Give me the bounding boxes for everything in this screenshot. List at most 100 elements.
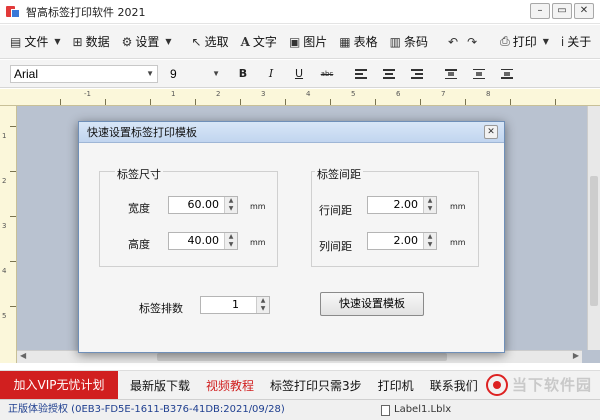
database-icon: ⊞ xyxy=(72,34,83,49)
ruler-number: 1 xyxy=(2,132,7,140)
column-spacing-input[interactable]: 2.00 ▲ ▼ xyxy=(367,232,437,250)
text-tool[interactable]: A 文字 xyxy=(241,33,277,50)
undo-button[interactable]: ↶ xyxy=(448,35,461,49)
watermark-logo-icon xyxy=(485,373,508,396)
underline-button[interactable]: U xyxy=(288,64,310,84)
table-tool-label: 表格 xyxy=(353,35,378,49)
settings-menu[interactable]: ⚙ 设置 ▼ xyxy=(122,33,172,50)
current-file: Label1.Lblx xyxy=(381,400,451,420)
license-status: 正版体验授权 (0EB3-FD5E-1611-B376-41DB:2021/09… xyxy=(8,404,285,415)
watermark: 当下软件园 xyxy=(485,370,592,399)
bold-button[interactable]: B xyxy=(232,64,254,84)
scrollbar-thumb[interactable] xyxy=(590,176,598,306)
ruler-number: 2 xyxy=(2,177,7,185)
select-tool-label: 选取 xyxy=(204,35,229,49)
image-tool[interactable]: ▣ 图片 xyxy=(289,33,327,50)
settings-menu-label: 设置 xyxy=(135,35,160,49)
width-label: 宽度 xyxy=(128,202,150,215)
width-input[interactable]: 60.00 ▲ ▼ xyxy=(168,196,238,214)
redo-button[interactable]: ↷ xyxy=(467,35,480,49)
label-size-group xyxy=(99,171,278,267)
scroll-right-icon[interactable]: ▶ xyxy=(573,351,579,360)
valign-middle-icon xyxy=(473,68,485,79)
horizontal-ruler: -1 1 2 3 4 5 6 7 8 xyxy=(0,89,600,106)
row-spacing-label: 行间距 xyxy=(319,204,352,217)
width-spinner[interactable]: ▲ ▼ xyxy=(224,197,237,213)
latest-download-link[interactable]: 最新版下载 xyxy=(130,377,190,394)
video-tutorial-link[interactable]: 视频教程 xyxy=(206,377,254,394)
about-menu-label: 关于 xyxy=(567,35,592,49)
label-rows-spinner[interactable]: ▲ ▼ xyxy=(256,297,269,313)
font-family-value: Arial xyxy=(14,66,39,81)
vertical-scrollbar[interactable] xyxy=(587,106,600,350)
chevron-down-icon: ▼ xyxy=(54,37,61,46)
unit-label: mm xyxy=(450,238,466,247)
contact-link[interactable]: 联系我们 xyxy=(430,377,478,394)
table-tool[interactable]: ▦ 表格 xyxy=(339,33,377,50)
barcode-tool[interactable]: ▥ 条码 xyxy=(390,33,428,50)
label-spacing-title: 标签间距 xyxy=(315,166,363,182)
italic-button[interactable]: I xyxy=(260,64,282,84)
data-menu[interactable]: ⊞ 数据 xyxy=(73,33,110,50)
font-family-select[interactable]: Arial ▼ xyxy=(10,64,158,83)
barcode-tool-label: 条码 xyxy=(404,35,429,49)
file-menu[interactable]: ▤ 文件 ▼ xyxy=(10,33,61,50)
font-size-select[interactable]: 9 ▼ xyxy=(166,65,224,83)
table-icon: ▦ xyxy=(339,34,351,49)
quick-template-dialog: 快速设置标签打印模板 ✕ 标签尺寸 宽度 60.00 ▲ ▼ mm 高度 40.0… xyxy=(78,121,505,353)
height-spinner[interactable]: ▲ ▼ xyxy=(224,233,237,249)
align-left-icon xyxy=(355,68,367,79)
column-spacing-spinner[interactable]: ▲ ▼ xyxy=(423,233,436,249)
ruler-number: 5 xyxy=(351,90,356,98)
text-icon: A xyxy=(240,34,250,49)
status-bar: 正版体验授权 (0EB3-FD5E-1611-B376-41DB:2021/09… xyxy=(0,399,600,420)
ruler-number: 1 xyxy=(171,90,176,98)
ruler-number: 7 xyxy=(441,90,446,98)
row-spacing-spinner[interactable]: ▲ ▼ xyxy=(423,197,436,213)
row-spacing-input[interactable]: 2.00 ▲ ▼ xyxy=(367,196,437,214)
scrollbar-thumb[interactable] xyxy=(157,353,447,361)
ruler-number: -1 xyxy=(84,90,91,98)
file-menu-label: 文件 xyxy=(24,35,49,49)
row-spacing-value: 2.00 xyxy=(393,198,419,211)
strikethrough-button[interactable]: abc xyxy=(316,64,338,84)
column-spacing-label: 列间距 xyxy=(319,240,352,253)
column-spacing-value: 2.00 xyxy=(393,234,419,247)
print-menu[interactable]: ⎙ 打印 ▼ xyxy=(500,33,549,50)
label-rows-input[interactable]: 1 ▲ ▼ xyxy=(200,296,270,314)
ruler-number: 2 xyxy=(216,90,221,98)
printer-link[interactable]: 打印机 xyxy=(378,377,414,394)
info-icon: ⅰ xyxy=(560,34,565,49)
ruler-number: 3 xyxy=(261,90,266,98)
valign-bottom-icon xyxy=(501,68,513,79)
quick-setup-button[interactable]: 快速设置模板 xyxy=(320,292,424,316)
scroll-left-icon[interactable]: ◀ xyxy=(20,351,26,360)
ruler-number: 4 xyxy=(306,90,311,98)
valign-middle-button[interactable] xyxy=(468,64,490,84)
vip-plan-button[interactable]: 加入VIP无忧计划 xyxy=(0,370,118,400)
close-button[interactable]: ✕ xyxy=(574,3,594,19)
label-rows-value: 1 xyxy=(232,298,239,311)
dialog-title: 快速设置标签打印模板 xyxy=(87,126,197,139)
align-left-button[interactable] xyxy=(350,64,372,84)
valign-top-button[interactable] xyxy=(440,64,462,84)
maximize-button[interactable]: ▭ xyxy=(552,3,572,19)
label-size-title: 标签尺寸 xyxy=(115,166,163,182)
height-value: 40.00 xyxy=(187,234,220,247)
height-input[interactable]: 40.00 ▲ ▼ xyxy=(168,232,238,250)
wrench-icon: ⚙ xyxy=(121,34,133,49)
about-menu[interactable]: ⅰ 关于 xyxy=(561,33,591,50)
three-steps-link[interactable]: 标签打印只需3步 xyxy=(270,377,362,394)
select-tool[interactable]: ↖ 选取 xyxy=(192,33,229,50)
redo-icon: ↷ xyxy=(467,34,478,49)
print-menu-label: 打印 xyxy=(512,35,537,49)
align-center-button[interactable] xyxy=(378,64,400,84)
valign-bottom-button[interactable] xyxy=(496,64,518,84)
dialog-title-bar[interactable]: 快速设置标签打印模板 ✕ xyxy=(79,122,504,143)
align-right-button[interactable] xyxy=(406,64,428,84)
title-bar: 智高标签打印软件 2021 – ▭ ✕ xyxy=(0,0,600,24)
printer-icon: ⎙ xyxy=(500,34,510,48)
minimize-button[interactable]: – xyxy=(530,3,550,19)
ruler-number: 8 xyxy=(486,90,491,98)
dialog-close-button[interactable]: ✕ xyxy=(484,125,498,139)
